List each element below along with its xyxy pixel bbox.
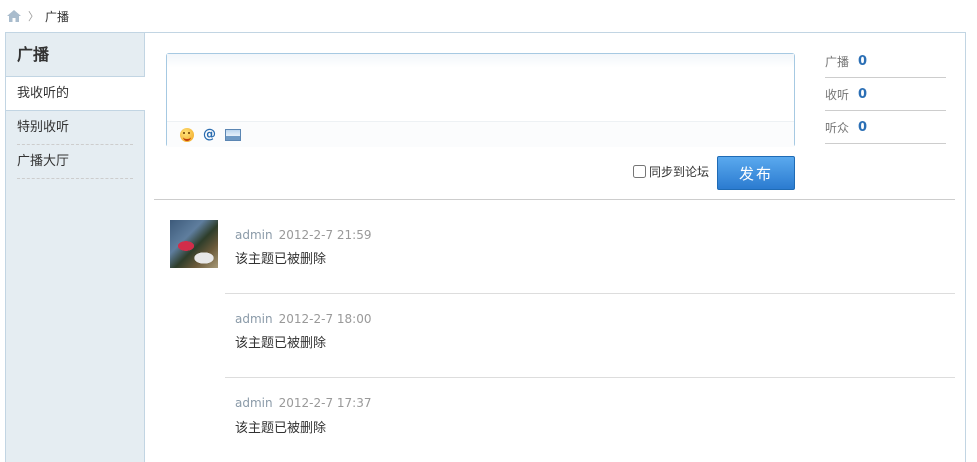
sync-label: 同步到论坛 xyxy=(649,165,710,179)
sync-checkbox[interactable] xyxy=(633,165,646,178)
image-icon[interactable] xyxy=(225,128,241,141)
feed-meta: admin 2012-2-7 17:37 xyxy=(235,396,371,410)
feed-time: 2012-2-7 17:37 xyxy=(278,396,372,410)
home-icon[interactable] xyxy=(6,9,22,23)
sidebar-item-special-following[interactable]: 特别收听 xyxy=(17,111,133,145)
stat-following[interactable]: 收听 0 xyxy=(825,78,946,111)
composer-toolbar: @ xyxy=(167,121,794,147)
stat-value: 0 xyxy=(858,86,868,102)
sidebar-item-following[interactable]: 我收听的 xyxy=(6,77,145,111)
feed-text: 该主题已被删除 xyxy=(235,336,327,351)
stat-label: 收听 xyxy=(825,87,850,102)
feed-user[interactable]: admin xyxy=(235,312,273,326)
feed-time: 2012-2-7 18:00 xyxy=(278,312,372,326)
feed-item: admin 2012-2-7 17:37 该主题已被删除 xyxy=(154,378,955,458)
stat-value: 0 xyxy=(858,53,868,69)
feed-item: admin 2012-2-7 18:00 该主题已被删除 xyxy=(154,294,955,378)
stats-panel: 广播 0 收听 0 听众 0 xyxy=(825,45,946,144)
feed-user[interactable]: admin xyxy=(235,228,273,242)
sidebar-item-broadcast-hall[interactable]: 广播大厅 xyxy=(17,145,133,179)
stat-followers[interactable]: 听众 0 xyxy=(825,111,946,144)
breadcrumb-current[interactable]: 广播 xyxy=(45,8,69,25)
feed-text: 该主题已被删除 xyxy=(235,421,327,436)
sidebar-nav: 我收听的 特别收听 广播大厅 xyxy=(6,77,145,179)
feed-item: admin 2012-2-7 21:59 该主题已被删除 xyxy=(154,200,955,294)
sync-to-forum[interactable]: 同步到论坛 xyxy=(633,163,709,180)
feed-time: 2012-2-7 21:59 xyxy=(278,228,372,242)
broadcast-input[interactable] xyxy=(167,54,794,120)
sidebar: 广播 我收听的 特别收听 广播大厅 xyxy=(6,33,145,462)
breadcrumb: 〉 广播 xyxy=(0,0,977,32)
publish-button[interactable]: 发布 xyxy=(717,156,795,190)
stat-broadcast[interactable]: 广播 0 xyxy=(825,45,946,78)
stat-label: 广播 xyxy=(825,54,850,69)
feed-user[interactable]: admin xyxy=(235,396,273,410)
at-icon[interactable]: @ xyxy=(203,127,216,142)
main-frame: 广播 我收听的 特别收听 广播大厅 @ 同步到论坛 发布 广播 0 收听 0 听… xyxy=(5,32,966,462)
feed-meta: admin 2012-2-7 18:00 xyxy=(235,312,371,326)
feed-meta: admin 2012-2-7 21:59 xyxy=(235,228,371,242)
feed-text: 该主题已被删除 xyxy=(235,252,327,267)
stat-label: 听众 xyxy=(825,120,850,135)
stat-value: 0 xyxy=(858,119,868,135)
breadcrumb-separator: 〉 xyxy=(28,10,39,23)
smile-icon[interactable] xyxy=(180,127,194,142)
avatar[interactable] xyxy=(170,220,218,268)
sidebar-title: 广播 xyxy=(6,33,144,77)
composer: @ xyxy=(166,53,795,147)
